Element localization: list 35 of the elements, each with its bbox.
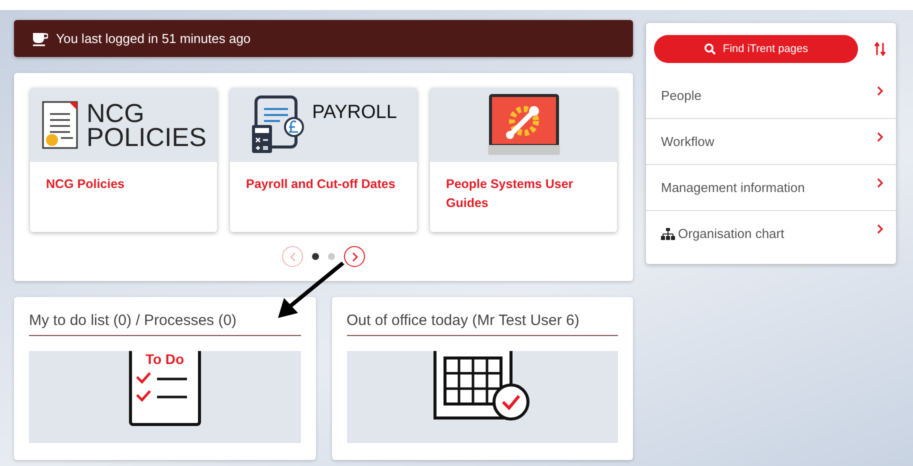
image-text: To Do <box>145 351 184 367</box>
monitor-icon <box>488 93 560 157</box>
search-button[interactable]: Find iTrent pages <box>654 35 858 63</box>
nav-item[interactable]: Management information <box>646 164 896 210</box>
image-text: NCG <box>86 101 144 125</box>
link-tile[interactable]: People Systems User Guides <box>430 88 617 232</box>
arrow <box>278 262 344 318</box>
chevron-right-icon <box>350 252 358 262</box>
tile-title: Payroll and Cut-off Dates <box>245 176 396 193</box>
chevron-left-icon <box>288 252 296 262</box>
document-icon <box>40 100 81 150</box>
banner-text: You last logged in 51 minutes ago <box>56 31 251 46</box>
hierarchy-icon <box>661 228 675 240</box>
link-tile[interactable]: PAYROLL Payroll and Cut-off Dates <box>230 88 417 232</box>
chevron-right-icon <box>877 224 884 234</box>
chevron-right-icon <box>877 86 884 96</box>
nav-item[interactable]: Workflow <box>646 118 896 164</box>
search-icon <box>704 43 716 55</box>
page-dot[interactable] <box>328 253 335 260</box>
tile-title: People Systems User Guides <box>445 176 574 212</box>
image-text: POLICIES <box>86 125 206 149</box>
nav-item[interactable]: People <box>646 73 896 118</box>
chevron-right-icon <box>877 132 884 142</box>
next-button[interactable] <box>344 246 365 267</box>
calendar-check-icon <box>433 351 532 422</box>
page-dot[interactable] <box>312 253 319 260</box>
nav-item[interactable]: Organisation chart <box>646 210 896 256</box>
tile-title: NCG Policies <box>45 176 126 193</box>
sort-icon <box>874 42 886 56</box>
widget-title: Out of office today (Mr Test User 6) <box>346 312 618 336</box>
image-text: PAYROLL <box>312 102 397 124</box>
chevron-right-icon <box>877 178 884 188</box>
cup-icon <box>32 30 48 46</box>
payroll-calculator-icon <box>250 95 306 155</box>
link-tile[interactable]: NCG POLICIES NCG Policies <box>30 88 217 232</box>
